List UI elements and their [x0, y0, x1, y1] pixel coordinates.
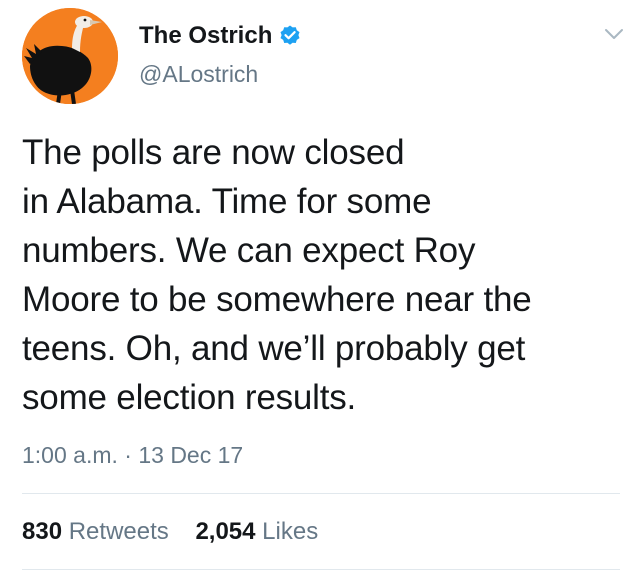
- likes-count: 2,054: [195, 518, 256, 545]
- tweet-text: The polls are now closed in Alabama. Tim…: [22, 133, 532, 417]
- ostrich-avatar-icon: [22, 8, 118, 104]
- retweets-count: 830: [22, 518, 63, 545]
- chevron-down-icon[interactable]: [602, 22, 626, 46]
- tweet-date: 13 Dec 17: [138, 442, 244, 468]
- likes-stat[interactable]: 2,054 Likes: [195, 518, 318, 545]
- verified-badge-icon: [280, 25, 300, 45]
- tweet-time: 1:00 a.m.: [22, 442, 118, 468]
- tweet-stats: 830 Retweets 2,054 Likes: [22, 517, 318, 547]
- timestamp-separator: ·: [124, 442, 132, 468]
- divider: [22, 569, 620, 570]
- author-handle[interactable]: @ALostrich: [139, 59, 258, 89]
- tweet-timestamp[interactable]: 1:00 a.m. · 13 Dec 17: [22, 440, 243, 470]
- retweets-label: Retweets: [68, 518, 169, 545]
- author-display-name[interactable]: The Ostrich: [139, 21, 272, 51]
- likes-label: Likes: [262, 518, 319, 545]
- divider: [22, 493, 620, 494]
- avatar[interactable]: [22, 8, 118, 104]
- author-name-row[interactable]: The Ostrich: [139, 21, 302, 51]
- retweets-stat[interactable]: 830 Retweets: [22, 518, 175, 545]
